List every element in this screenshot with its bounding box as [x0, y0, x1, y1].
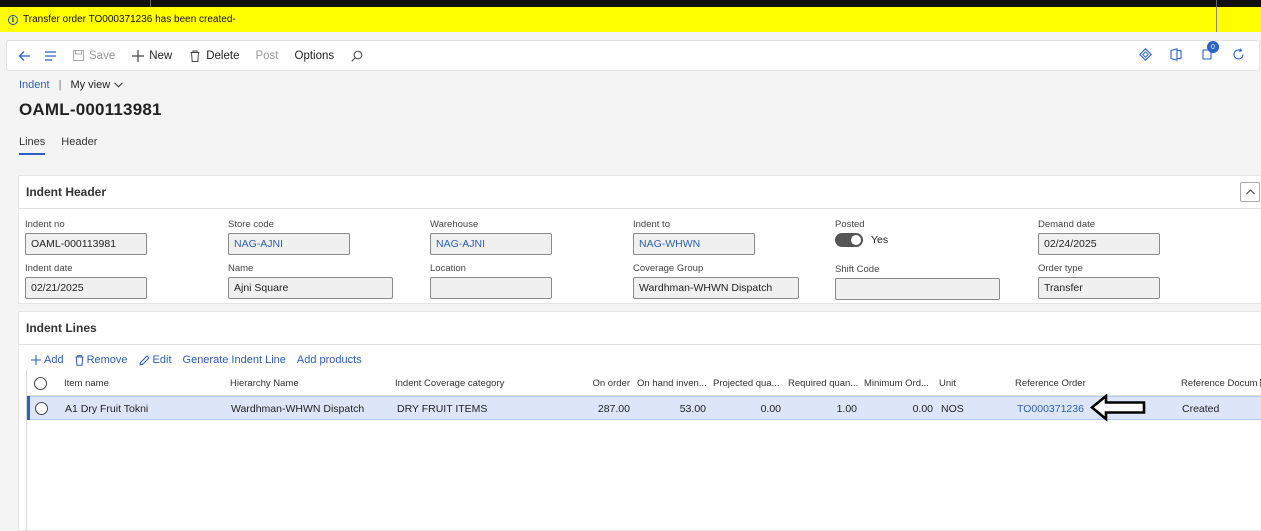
col-item-name[interactable]: Item name	[64, 372, 224, 396]
row-select-radio[interactable]	[35, 402, 48, 415]
view-selector[interactable]: My view	[70, 79, 124, 91]
collapse-button[interactable]	[1240, 182, 1260, 202]
cell-on-hand: 53.00	[679, 403, 706, 415]
col-minimum[interactable]: Minimum Ord...	[864, 372, 934, 396]
col-on-hand[interactable]: On hand inven...	[637, 372, 707, 396]
shift-code-field: Shift Code	[835, 264, 1000, 300]
delete-button[interactable]: Delete	[188, 49, 239, 63]
generate-indent-line-button[interactable]: Generate Indent Line	[183, 354, 286, 366]
trash-icon	[75, 354, 84, 366]
save-icon	[71, 49, 85, 63]
order-type-field: Order type Transfer	[1038, 263, 1160, 299]
cell-unit: NOS	[941, 403, 964, 415]
posted-value: Yes	[871, 234, 889, 246]
store-code-input[interactable]: NAG-AJNI	[228, 233, 350, 255]
edit-line-button[interactable]: Edit	[138, 354, 172, 366]
select-all-radio[interactable]	[34, 377, 47, 390]
message-bar: i Transfer order TO000371236 has been cr…	[0, 7, 1261, 32]
top-black-strip	[0, 0, 1261, 7]
cell-minimum: 0.00	[912, 403, 933, 415]
menu-lines-icon[interactable]	[43, 49, 57, 63]
cell-hierarchy-name: Wardhman-WHWN Dispatch	[231, 403, 365, 415]
demand-date-field: Demand date 02/24/2025	[1038, 219, 1160, 255]
warehouse-field: Warehouse NAG-AJNI	[430, 219, 552, 255]
trash-icon	[188, 49, 202, 63]
post-button[interactable]: Post	[255, 50, 278, 62]
indent-lines-title[interactable]: Indent Lines	[19, 312, 1261, 345]
order-type-input[interactable]: Transfer	[1038, 277, 1160, 299]
store-code-field: Store code NAG-AJNI	[228, 219, 350, 255]
add-line-button[interactable]: Add	[31, 354, 64, 366]
indent-to-input[interactable]: NAG-WHWN	[633, 233, 755, 255]
message-text: Transfer order TO000371236 has been crea…	[23, 14, 236, 25]
col-on-order[interactable]: On order	[571, 372, 631, 396]
location-input[interactable]	[430, 277, 552, 299]
lines-action-bar: Add Remove Edit Generate Indent Line Add…	[31, 354, 362, 366]
indent-date-field: Indent date 02/21/2025	[25, 263, 147, 299]
shift-code-input[interactable]	[835, 278, 1000, 300]
chevron-up-icon	[1245, 189, 1255, 195]
save-button[interactable]: Save	[71, 49, 115, 63]
name-field: Name Ajni Square	[228, 263, 393, 299]
indent-to-field: Indent to NAG-WHWN	[633, 219, 755, 255]
notifications-icon[interactable]: 0	[1200, 41, 1219, 61]
table-row[interactable]: A1 Dry Fruit Tokni Wardhman-WHWN Dispatc…	[26, 396, 1261, 420]
posted-field: Posted Yes	[835, 219, 889, 247]
cell-required: 1.00	[836, 403, 857, 415]
cell-item-name: A1 Dry Fruit Tokni	[65, 403, 149, 415]
chevron-down-icon	[114, 82, 124, 88]
coverage-group-input[interactable]: Wardhman-WHWN Dispatch	[633, 277, 799, 299]
tab-lines[interactable]: Lines	[19, 136, 46, 155]
grid-left-border	[26, 370, 27, 531]
posted-toggle[interactable]	[835, 233, 863, 247]
demand-date-input[interactable]: 02/24/2025	[1038, 233, 1160, 255]
indent-no-field: Indent no OAML-000113981	[25, 219, 147, 255]
location-field: Location	[430, 263, 552, 299]
action-pane: Save New Delete Post Options 0	[6, 40, 1260, 71]
diamond-icon[interactable]	[1138, 47, 1152, 61]
coverage-group-field: Coverage Group Wardhman-WHWN Dispatch	[633, 263, 799, 299]
notification-count-badge: 0	[1207, 41, 1219, 53]
indent-no-input[interactable]: OAML-000113981	[25, 233, 147, 255]
indent-header-title[interactable]: Indent Header	[19, 176, 1261, 209]
new-button[interactable]: New	[131, 49, 172, 63]
plus-icon	[131, 49, 145, 63]
indent-lines-grid: Item name Hierarchy Name Indent Coverage…	[26, 372, 1261, 420]
col-reference-order[interactable]: Reference Order	[1015, 372, 1135, 396]
plus-icon	[31, 355, 41, 365]
tab-header[interactable]: Header	[61, 136, 97, 155]
breadcrumb-indent-link[interactable]: Indent	[19, 79, 50, 91]
warehouse-input[interactable]: NAG-AJNI	[430, 233, 552, 255]
col-required[interactable]: Required quan...	[788, 372, 858, 396]
col-unit[interactable]: Unit	[939, 372, 979, 396]
refresh-icon[interactable]	[1231, 47, 1245, 61]
column-options-icon[interactable]: ⋮	[1256, 372, 1261, 396]
grid-header-row: Item name Hierarchy Name Indent Coverage…	[26, 372, 1261, 396]
name-input[interactable]: Ajni Square	[228, 277, 393, 299]
left-arrow-annotation-icon	[1090, 394, 1146, 422]
options-button[interactable]: Options	[295, 50, 335, 62]
tab-bar: Lines Header	[19, 136, 97, 155]
col-projected[interactable]: Projected qua...	[713, 372, 783, 396]
back-arrow-icon[interactable]	[17, 49, 31, 63]
cell-coverage-category: DRY FRUIT ITEMS	[397, 403, 488, 415]
col-hierarchy-name[interactable]: Hierarchy Name	[230, 372, 390, 396]
indent-lines-panel: Indent Lines Add Remove Edit Generate In…	[18, 311, 1261, 531]
page-title: OAML-000113981	[19, 100, 162, 119]
breadcrumb-separator: |	[58, 79, 62, 91]
search-icon[interactable]	[350, 49, 364, 63]
add-products-button[interactable]: Add products	[297, 354, 362, 366]
office-icon[interactable]	[1169, 47, 1183, 61]
cell-on-order: 287.00	[597, 403, 630, 415]
info-icon: i	[8, 14, 18, 25]
indent-date-input[interactable]: 02/21/2025	[25, 277, 147, 299]
breadcrumb: Indent | My view	[19, 79, 124, 91]
indent-header-panel: Indent Header Indent no OAML-000113981 S…	[18, 175, 1261, 304]
col-reference-document[interactable]: Reference Docum	[1181, 372, 1261, 396]
cell-reference-document: Created	[1182, 403, 1220, 415]
pencil-icon	[138, 354, 150, 366]
col-coverage-category[interactable]: Indent Coverage category	[395, 372, 585, 396]
cell-projected: 0.00	[760, 403, 781, 415]
remove-line-button[interactable]: Remove	[75, 354, 128, 366]
